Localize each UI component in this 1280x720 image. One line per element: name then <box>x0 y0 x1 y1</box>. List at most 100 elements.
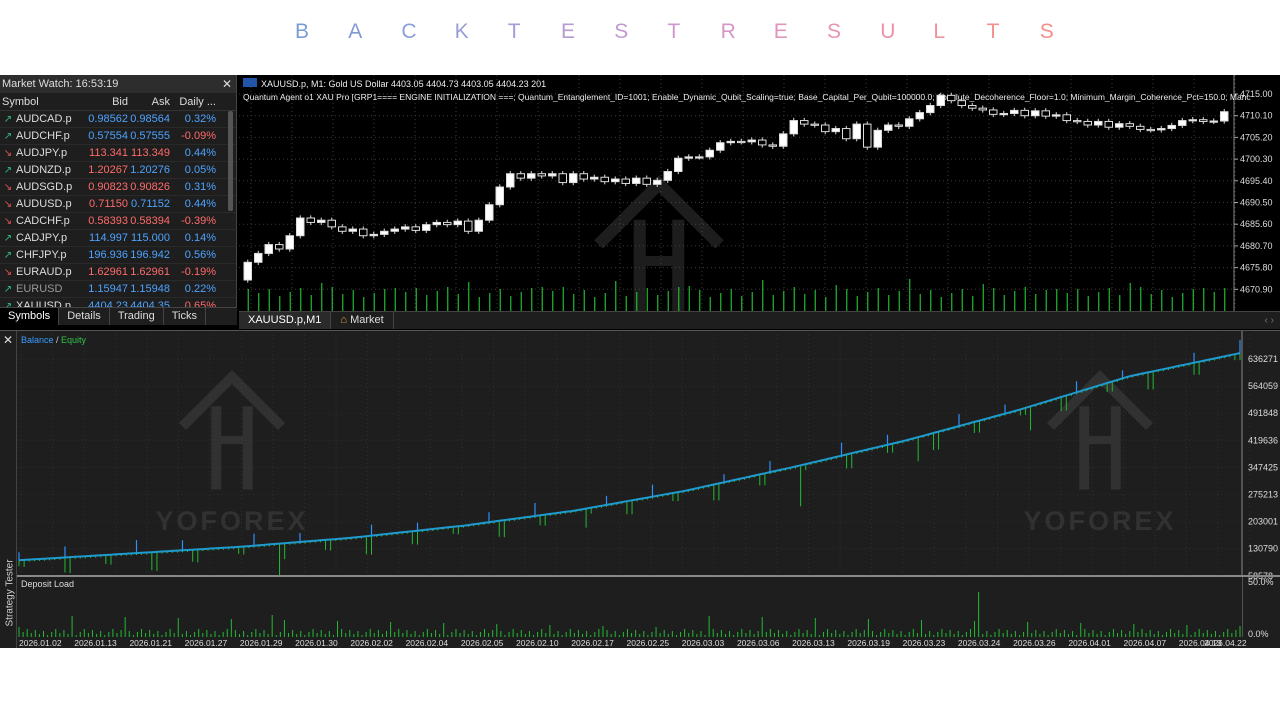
market-watch-rows: ↗ AUDCAD.p 0.98562 0.98564 0.32% ↗ AUDCHF.p 0.5… <box>0 111 236 315</box>
close-icon[interactable]: ✕ <box>3 333 13 347</box>
list-item[interactable]: ↘ AUDSGD.p 0.90823 0.90826 0.31% <box>0 179 236 196</box>
date-tick-label: 2026.03.26 <box>1013 638 1056 648</box>
date-tick-label: 2026.04.22 <box>1204 638 1247 648</box>
list-item[interactable]: ↗ AUDCHF.p 0.57554 0.57555 -0.09% <box>0 128 236 145</box>
candle <box>317 219 326 223</box>
date-tick-label: 2026.02.10 <box>516 638 559 648</box>
list-item[interactable]: ↗ EURUSD 1.15947 1.15948 0.22% <box>0 281 236 298</box>
symbol-cell: ↘ CADCHF.p <box>0 213 84 229</box>
candle <box>989 109 998 115</box>
balance-chart-svg[interactable]: 636271 564059 491848 419636 347425 275213 2030… <box>17 331 1280 648</box>
price-tick-label: 4695.40 <box>1240 176 1273 186</box>
date-tick-label: 2026.02.02 <box>350 638 393 648</box>
symbol-cell: ↗ EURUSD <box>0 281 84 297</box>
candle <box>852 123 861 140</box>
candle <box>842 128 851 140</box>
list-item[interactable]: ↗ CADJPY.p 114.997 115.000 0.14% <box>0 230 236 247</box>
symbol-name: CADJPY.p <box>16 231 68 244</box>
candle <box>548 173 557 177</box>
date-tick-label: 2026.01.29 <box>240 638 283 648</box>
tab-xauusd-chart[interactable]: XAUUSD.p,M1 <box>239 312 332 329</box>
col-symbol[interactable]: Symbol <box>0 93 84 110</box>
candle <box>926 105 935 114</box>
candle <box>747 139 756 143</box>
bid-cell: 0.71150 <box>89 198 128 210</box>
candle <box>1125 123 1134 127</box>
candle <box>894 124 903 127</box>
list-item[interactable]: ↘ AUDUSD.p 0.71150 0.71152 0.44% <box>0 196 236 213</box>
symbol-cell: ↗ CADJPY.p <box>0 230 84 246</box>
bid-cell: 1.20267 <box>88 164 128 176</box>
candle <box>443 221 452 226</box>
list-item[interactable]: ↗ AUDNZD.p 1.20267 1.20276 0.05% <box>0 162 236 179</box>
candle <box>1010 109 1019 114</box>
candle <box>768 144 777 147</box>
candle <box>621 178 630 184</box>
tab-symbols[interactable]: Symbols <box>0 308 60 325</box>
arrow-down-icon: ↘ <box>3 181 13 193</box>
watermark-logo <box>594 175 724 322</box>
tab-market[interactable]: ⌂ Market <box>331 312 394 329</box>
candle <box>506 173 515 188</box>
ask-cell: 113.349 <box>131 147 170 159</box>
daily-cell: -0.19% <box>181 266 216 278</box>
candle <box>789 120 798 135</box>
arrow-up-icon: ↗ <box>3 164 13 176</box>
chart-legend: Balance / Equity <box>21 335 87 345</box>
symbol-cell: ↗ AUDCHF.p <box>0 128 84 144</box>
list-item[interactable]: ↘ EURAUD.p 1.62961 1.62961 -0.19% <box>0 264 236 281</box>
candle <box>275 244 284 250</box>
col-ask[interactable]: Ask <box>128 93 172 110</box>
market-watch-panel: Market Watch: 16:53:19 ✕ Symbol Bid Ask … <box>0 75 237 325</box>
candle <box>611 178 620 183</box>
candle <box>485 204 494 221</box>
candle <box>569 173 578 184</box>
tab-trading[interactable]: Trading <box>110 308 164 325</box>
list-item[interactable]: ↘ CADCHF.p 0.58393 0.58394 -0.39% <box>0 213 236 230</box>
date-tick-label: 2026.01.27 <box>185 638 228 648</box>
list-item[interactable]: ↘ AUDJPY.p 113.341 113.349 0.44% <box>0 145 236 162</box>
candle <box>390 228 399 232</box>
col-bid[interactable]: Bid <box>84 93 128 110</box>
symbol-cell: ↘ AUDUSD.p <box>0 196 84 212</box>
bid-cell: 1.15947 <box>88 283 128 295</box>
close-icon[interactable]: ✕ <box>222 75 232 93</box>
price-tick-label: 4700.30 <box>1240 154 1273 164</box>
candle <box>296 217 305 237</box>
balance-tick-label: 636271 <box>1248 354 1278 364</box>
candle <box>527 173 536 179</box>
ask-cell: 1.15948 <box>130 283 170 295</box>
price-chart[interactable]: 4715.00 4710.10 4705.20 4700.30 4695.40 4690.… <box>239 75 1280 322</box>
candle <box>474 219 483 232</box>
candle <box>1167 124 1176 130</box>
scrollbar[interactable] <box>228 111 233 211</box>
balance-plot-area <box>17 331 1242 575</box>
candle <box>737 140 746 144</box>
list-item[interactable]: ↗ CHFJPY.p 196.936 196.942 0.56% <box>0 247 236 264</box>
candle <box>957 100 966 107</box>
market-watch-title: Market Watch: 16:53:19 ✕ <box>0 75 236 93</box>
bid-cell: 1.62961 <box>88 266 128 278</box>
price-tick-label: 4670.90 <box>1240 284 1273 294</box>
balance-equity-chart[interactable]: 636271 564059 491848 419636 347425 275213 2030… <box>17 331 1280 648</box>
symbol-name: CHFJPY.p <box>16 248 67 261</box>
candle <box>422 224 431 231</box>
col-daily[interactable]: Daily ... <box>172 93 220 110</box>
candle <box>590 176 599 180</box>
candle <box>432 221 441 226</box>
price-tick-label: 4685.60 <box>1240 219 1273 229</box>
price-chart-svg[interactable]: 4715.004710.104705.204700.304695.404690.… <box>239 75 1280 322</box>
ask-cell: 0.57555 <box>130 130 170 142</box>
tab-ticks[interactable]: Ticks <box>164 308 206 325</box>
candle <box>863 123 872 148</box>
date-tick-label: 2026.04.01 <box>1068 638 1111 648</box>
banner-letter: E <box>561 20 576 43</box>
date-tick-label: 2026.01.21 <box>129 638 172 648</box>
list-item[interactable]: ↗ AUDCAD.p 0.98562 0.98564 0.32% <box>0 111 236 128</box>
pane-divider[interactable] <box>17 575 1280 577</box>
tab-scroll-arrows[interactable]: ‹ › <box>1265 312 1274 329</box>
bid-cell: 0.98562 <box>88 113 128 125</box>
date-tick-label: 2026.01.13 <box>74 638 117 648</box>
date-tick-label: 2026.03.06 <box>737 638 780 648</box>
tab-details[interactable]: Details <box>59 308 110 325</box>
